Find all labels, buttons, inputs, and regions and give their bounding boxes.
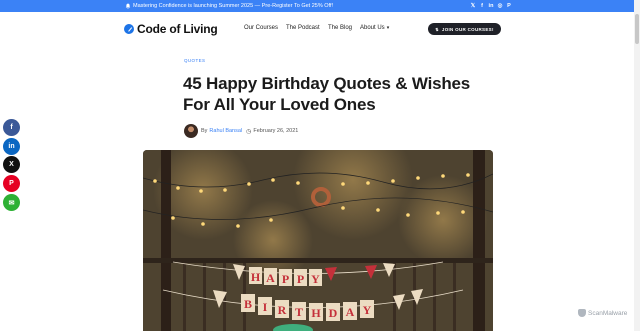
announcement-bar[interactable]: Mastering Confidence is launching Summer… bbox=[0, 0, 640, 12]
category-link[interactable]: QUOTES bbox=[184, 58, 205, 63]
join-courses-label: JOIN OUR COURSES! bbox=[441, 26, 494, 32]
twitter-icon[interactable]: 𝕏 bbox=[469, 2, 477, 10]
hero-image: H A P P Y B I R T H D A Y bbox=[143, 150, 493, 331]
announcement-text[interactable]: Mastering Confidence is launching Summer… bbox=[133, 3, 333, 9]
pinterest-icon[interactable]: P bbox=[505, 2, 513, 10]
page-scrollbar[interactable] bbox=[634, 0, 640, 331]
nav-about-us[interactable]: About Us ▾ bbox=[360, 25, 389, 31]
shield-icon bbox=[578, 309, 586, 317]
share-facebook-button[interactable]: f bbox=[3, 119, 20, 136]
site-logo[interactable]: Code of Living bbox=[124, 22, 218, 36]
banner-letter: D bbox=[329, 306, 338, 320]
share-email-button[interactable]: ✉ bbox=[3, 194, 20, 211]
birthday-banner-illustration: H A P P Y B I R T H D A Y bbox=[143, 150, 493, 331]
banner-letter: Y bbox=[363, 303, 372, 317]
instagram-icon[interactable]: ◎ bbox=[496, 2, 504, 10]
avatar[interactable] bbox=[184, 124, 198, 138]
bell-icon bbox=[125, 3, 131, 9]
banner-letter: B bbox=[244, 297, 252, 311]
banner-letter: P bbox=[282, 272, 289, 286]
clock-icon: ◷ bbox=[246, 128, 252, 135]
banner-letter: Y bbox=[311, 272, 320, 286]
banner-letter: R bbox=[278, 303, 287, 317]
page-title: 45 Happy Birthday Quotes & Wishes For Al… bbox=[183, 74, 471, 114]
banner-letter: A bbox=[266, 271, 275, 285]
logo-check-icon bbox=[124, 24, 134, 34]
banner-letter: H bbox=[311, 306, 321, 320]
banner-letter: T bbox=[295, 305, 303, 319]
logo-text: Code of Living bbox=[137, 22, 218, 36]
banner-letter: H bbox=[251, 270, 261, 284]
byline: By Rahul Bansal ◷ February 26, 2021 bbox=[184, 124, 298, 138]
publish-date: February 26, 2021 bbox=[253, 128, 299, 134]
nav-the-podcast[interactable]: The Podcast bbox=[286, 25, 320, 31]
banner-letter: I bbox=[263, 300, 268, 314]
author-link[interactable]: Rahul Bansal bbox=[209, 128, 242, 134]
banner-letter: P bbox=[297, 272, 304, 286]
scrollbar-thumb[interactable] bbox=[635, 14, 639, 44]
share-x-button[interactable]: X bbox=[3, 156, 20, 173]
scan-badge-label: ScanMalware bbox=[588, 309, 628, 317]
facebook-icon[interactable]: f bbox=[478, 2, 486, 10]
linkedin-icon[interactable]: in bbox=[487, 2, 495, 10]
sort-icon: ⇅ bbox=[435, 26, 439, 32]
site-header: Code of Living Our Courses The Podcast T… bbox=[0, 12, 640, 46]
join-courses-button[interactable]: ⇅ JOIN OUR COURSES! bbox=[428, 23, 501, 35]
banner-letter: A bbox=[346, 305, 355, 319]
nav-our-courses[interactable]: Our Courses bbox=[244, 25, 278, 31]
share-linkedin-button[interactable]: in bbox=[3, 138, 20, 155]
nav-the-blog[interactable]: The Blog bbox=[328, 25, 352, 31]
nav-about-us-label: About Us bbox=[360, 25, 385, 31]
share-pinterest-button[interactable]: P bbox=[3, 175, 20, 192]
chevron-down-icon: ▾ bbox=[386, 25, 390, 31]
by-label: By bbox=[201, 128, 208, 134]
scan-badge: ScanMalware bbox=[578, 309, 627, 317]
